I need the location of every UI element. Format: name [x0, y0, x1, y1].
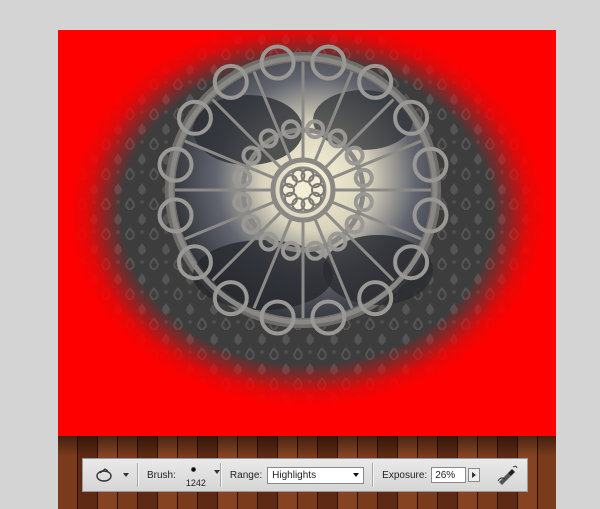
- dodge-tool-icon: [93, 466, 115, 484]
- artwork: [58, 30, 556, 509]
- airbrush-button[interactable]: [494, 464, 520, 486]
- separator: [137, 463, 139, 487]
- chevron-down-icon: [353, 473, 360, 477]
- range-label: Range:: [229, 469, 263, 481]
- separator: [219, 463, 222, 487]
- separator: [372, 463, 375, 487]
- exposure-input[interactable]: 26%: [431, 467, 467, 483]
- range-select[interactable]: Highlights: [267, 466, 365, 484]
- tool-preset-picker[interactable]: [93, 466, 129, 484]
- brush-picker[interactable]: 1242: [182, 461, 220, 489]
- exposure-label: Exposure:: [382, 469, 428, 481]
- chevron-right-icon: [472, 472, 477, 478]
- tool-options-bar: Brush: 1242 Range: Highlights Exposure: …: [82, 458, 528, 492]
- range-value: Highlights: [272, 469, 317, 481]
- exposure-slider-button[interactable]: [468, 468, 481, 482]
- chevron-down-icon: [213, 470, 220, 474]
- canvas-area: [0, 0, 600, 509]
- document-canvas[interactable]: [58, 30, 556, 509]
- brush-tip-icon: [190, 467, 196, 472]
- airbrush-icon: [497, 465, 518, 485]
- exposure-value: 26%: [435, 469, 456, 481]
- brush-size: 1242: [185, 478, 206, 488]
- brush-label: Brush:: [147, 469, 176, 481]
- chevron-down-icon: [123, 473, 129, 477]
